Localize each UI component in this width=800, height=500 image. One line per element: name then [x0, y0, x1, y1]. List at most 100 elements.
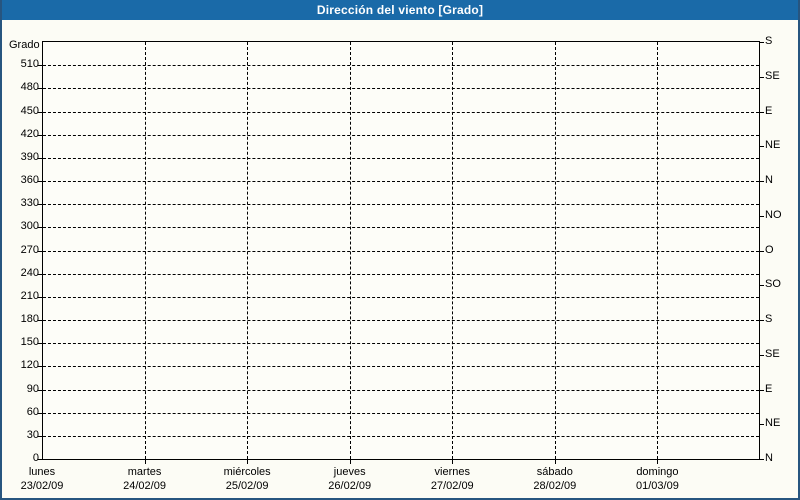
x-axis-tick [452, 460, 454, 464]
x-axis-tick-label: lunes 23/02/09 [0, 465, 97, 493]
y-axis-tick-left [38, 227, 42, 229]
x-axis-date: 01/03/09 [636, 480, 679, 492]
horizontal-gridline [43, 181, 759, 182]
plot-area [42, 41, 760, 460]
y-axis-tick-label-left: 300 [20, 220, 39, 233]
horizontal-gridline [43, 435, 759, 437]
y-axis-tick-label-right: SE [765, 347, 780, 360]
horizontal-gridline [43, 250, 759, 252]
x-axis-tick [657, 460, 659, 464]
horizontal-gridline [43, 343, 759, 345]
x-axis-tick-label: miércoles 25/02/09 [192, 465, 302, 493]
horizontal-gridline [43, 227, 759, 229]
x-axis-day-name: domingo [636, 466, 679, 478]
y-axis-tick-label-left: 510 [20, 58, 39, 71]
y-axis-tick-right [760, 250, 764, 252]
y-axis-tick-right [760, 389, 764, 391]
y-axis-tick-right [760, 320, 764, 321]
horizontal-gridline [43, 366, 759, 368]
horizontal-gridline [43, 389, 759, 391]
chart-title-bar: Dirección del viento [Grado] [2, 0, 798, 20]
y-axis-tick-label-right: SO [765, 278, 781, 291]
x-axis-day-name: martes [127, 466, 162, 478]
y-axis-tick-label-left: 0 [32, 452, 39, 464]
y-axis-tick-right [760, 76, 764, 78]
y-axis-tick-label-left: 270 [20, 243, 39, 256]
x-axis-tick-label: viernes 27/02/09 [397, 465, 507, 493]
y-axis-tick-left [38, 389, 42, 391]
x-axis-day-name: jueves [333, 466, 366, 478]
horizontal-gridline [43, 88, 759, 90]
y-axis-tick-label-left: 480 [20, 81, 39, 94]
y-axis-tick-label-right: NE [765, 417, 781, 430]
y-axis-tick-label-left: 150 [20, 336, 39, 349]
y-axis-tick-left [38, 435, 42, 437]
x-axis-tick [144, 460, 146, 464]
x-axis-day-name: sábado [536, 466, 573, 478]
y-axis-tick-label-left: 360 [20, 174, 39, 186]
x-axis-date: 26/02/09 [328, 480, 372, 492]
y-axis-tick-label-right: E [765, 382, 773, 395]
chart-title: Dirección del viento [Grado] [316, 3, 484, 17]
y-axis-tick-label-right: E [765, 104, 773, 117]
y-axis-tick-left [38, 250, 42, 252]
horizontal-gridline [43, 134, 759, 136]
y-axis-tick-left [38, 88, 42, 90]
y-axis-tick-label-right: SE [765, 69, 780, 82]
vertical-gridline [554, 42, 556, 459]
y-axis-tick-label-right: S [765, 313, 773, 325]
horizontal-gridline [43, 296, 759, 298]
y-axis-tick-left [38, 459, 42, 460]
y-axis-tick-label-right: NO [765, 208, 782, 221]
y-axis-tick-right [760, 111, 764, 113]
horizontal-gridline [43, 111, 759, 113]
y-axis-tick-left [38, 111, 42, 113]
y-axis-tick-label-left: 330 [20, 197, 39, 210]
horizontal-gridline [43, 65, 759, 67]
x-axis-day-name: miércoles [223, 466, 271, 478]
y-axis-tick-left [38, 343, 42, 345]
y-axis-tick-right [760, 146, 764, 148]
y-axis-tick-label-left: 390 [20, 150, 39, 163]
y-axis-tick-label-right: NE [765, 139, 781, 152]
horizontal-gridline [43, 320, 759, 321]
y-axis-tick-left [38, 65, 42, 67]
horizontal-gridline [43, 157, 759, 159]
y-axis-tick-right [760, 285, 764, 287]
vertical-gridline [144, 42, 146, 459]
y-axis-tick-label-right: N [765, 452, 773, 464]
y-axis-tick-left [38, 273, 42, 275]
x-axis-tick-label: jueves 26/02/09 [295, 465, 405, 493]
y-axis-tick-left [38, 296, 42, 298]
y-axis-tick-label-right: O [765, 243, 774, 256]
y-axis-unit-label: Grado [9, 39, 40, 51]
x-axis-tick-label: sábado 28/02/09 [500, 465, 610, 493]
y-axis-tick-right [760, 424, 764, 426]
x-axis-date: 25/02/09 [225, 480, 269, 492]
vertical-gridline [452, 42, 454, 459]
y-axis-tick-label-left: 180 [20, 313, 39, 325]
vertical-gridline [247, 42, 249, 459]
horizontal-gridline [43, 412, 759, 414]
y-axis-tick-right [760, 181, 764, 182]
y-axis-tick-label-left: 90 [26, 382, 39, 395]
x-axis-tick-label: martes 24/02/09 [90, 465, 200, 493]
x-axis-tick [247, 460, 249, 464]
y-axis-tick-label-left: 60 [26, 405, 39, 418]
y-axis-tick-label-left: 120 [20, 359, 39, 372]
y-axis-tick-right [760, 354, 764, 356]
y-axis-tick-left [38, 181, 42, 182]
vertical-gridline [657, 42, 659, 459]
y-axis-tick-label-left: 30 [26, 428, 39, 441]
x-axis-tick [554, 460, 556, 464]
x-axis-tick [349, 460, 351, 464]
y-axis-tick-right [760, 459, 764, 460]
vertical-gridline [349, 42, 351, 459]
y-axis-tick-label-right: N [765, 174, 773, 186]
y-axis-tick-label-right: S [765, 35, 773, 47]
y-axis-tick-label-left: 210 [20, 289, 39, 302]
y-axis-tick-left [38, 366, 42, 368]
horizontal-gridline [43, 204, 759, 206]
x-axis-date: 24/02/09 [123, 480, 166, 492]
x-axis-date: 28/02/09 [533, 480, 577, 492]
